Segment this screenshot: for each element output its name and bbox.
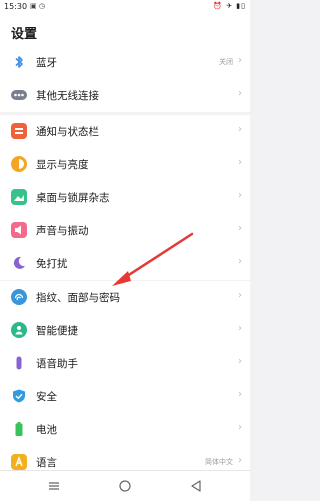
brightness-icon — [11, 156, 27, 172]
chevron-right-icon: › — [238, 455, 242, 466]
settings-item-label: 显示与亮度 — [36, 159, 89, 171]
battery-icon — [11, 421, 27, 437]
settings-item-label: 声音与振动 — [36, 225, 89, 237]
settings-item-battery[interactable]: 电池 › — [0, 413, 250, 446]
settings-item-sound[interactable]: 声音与振动 › — [0, 214, 250, 247]
settings-item-other-wireless[interactable]: 其他无线连接 › — [0, 79, 250, 112]
shield-icon — [11, 388, 27, 404]
bluetooth-status: 关闭 — [219, 58, 233, 66]
settings-item-label: 指纹、面部与密码 — [36, 292, 120, 304]
status-bar: 15:30 ▣ ◷ ⏰ ✈ ▮▯ — [0, 0, 250, 14]
chevron-right-icon: › — [238, 55, 242, 66]
notification-icons: ▣ ◷ — [30, 2, 45, 10]
fingerprint-icon — [11, 289, 27, 305]
bluetooth-icon — [11, 54, 27, 70]
header: 设置 — [0, 14, 250, 46]
back-icon[interactable] — [190, 480, 202, 492]
settings-item-label: 桌面与锁屏杂志 — [36, 192, 110, 204]
chevron-right-icon: › — [238, 323, 242, 334]
more-dots-icon — [11, 90, 27, 100]
chevron-right-icon: › — [238, 88, 242, 99]
page-title: 设置 — [11, 27, 38, 42]
settings-item-label: 语言 — [36, 457, 57, 469]
settings-item-label: 蓝牙 — [36, 57, 57, 69]
chevron-right-icon: › — [238, 422, 242, 433]
settings-item-label: 智能便捷 — [36, 325, 78, 337]
settings-item-safety[interactable]: 安全 › — [0, 380, 250, 413]
settings-item-desktop[interactable]: 桌面与锁屏杂志 › — [0, 181, 250, 214]
chevron-right-icon: › — [238, 389, 242, 400]
notification-icon — [11, 123, 27, 139]
settings-item-label: 免打扰 — [36, 258, 68, 270]
chevron-right-icon: › — [238, 256, 242, 267]
settings-group-display: 通知与状态栏 › 显示与亮度 › 桌面与锁屏杂志 › 声音与振动 › 免打扰 › — [0, 115, 250, 280]
settings-item-label: 其他无线连接 — [36, 90, 99, 102]
settings-group-connectivity: 蓝牙 关闭 › 其他无线连接 › — [0, 46, 250, 112]
chevron-right-icon: › — [238, 223, 242, 234]
settings-item-label: 安全 — [36, 391, 57, 403]
chevron-right-icon: › — [238, 356, 242, 367]
home-icon[interactable] — [119, 480, 131, 492]
chevron-right-icon: › — [238, 157, 242, 168]
settings-item-notifications[interactable]: 通知与状态栏 › — [0, 115, 250, 148]
moon-icon — [11, 255, 27, 271]
status-time: 15:30 — [4, 2, 28, 11]
language-value: 简体中文 — [205, 458, 233, 466]
settings-item-label: 语音助手 — [36, 358, 78, 370]
settings-item-bluetooth[interactable]: 蓝牙 关闭 › — [0, 46, 250, 79]
settings-group-security: 指纹、面部与密码 › 智能便捷 › 语音助手 › 安全 › 电池 › 语言 简体… — [0, 281, 250, 479]
settings-item-display[interactable]: 显示与亮度 › — [0, 148, 250, 181]
wallpaper-icon — [11, 189, 27, 205]
chevron-right-icon: › — [238, 290, 242, 301]
settings-item-assistant[interactable]: 语音助手 › — [0, 347, 250, 380]
settings-item-smart[interactable]: 智能便捷 › — [0, 314, 250, 347]
status-icons: ⏰ ✈ ▮▯ — [213, 2, 246, 10]
menu-icon[interactable] — [48, 480, 60, 492]
settings-item-security-unlock[interactable]: 指纹、面部与密码 › — [0, 281, 250, 314]
language-icon — [11, 454, 27, 470]
navigation-bar — [0, 470, 250, 501]
settings-item-label: 电池 — [36, 424, 57, 436]
settings-item-dnd[interactable]: 免打扰 › — [0, 247, 250, 280]
speaker-icon — [11, 222, 27, 238]
settings-item-label: 通知与状态栏 — [36, 126, 99, 138]
smart-icon — [11, 322, 27, 338]
chevron-right-icon: › — [238, 124, 242, 135]
microphone-icon — [11, 355, 27, 371]
chevron-right-icon: › — [238, 190, 242, 201]
